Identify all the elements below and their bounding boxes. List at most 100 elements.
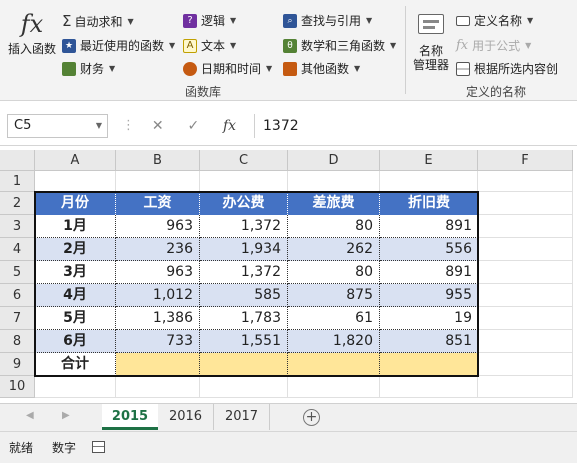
row-header-3[interactable]: 3 [0, 215, 35, 238]
tag-icon [456, 15, 470, 26]
formula-controls: ✕ ✓ fx [140, 114, 248, 138]
table-header-cell[interactable]: 月份 [35, 192, 116, 215]
status-numlock: 数字 [52, 441, 77, 455]
scroll-right-icon[interactable]: ▶ [62, 410, 70, 421]
status-ready: 就绪 [9, 441, 34, 455]
define-name-button[interactable]: 定义名称 ▼ [456, 12, 533, 29]
month-cell[interactable]: 3月 [35, 261, 116, 284]
worksheet-grid[interactable]: A B C D E F 1 2 3 4 5 6 7 8 9 10 月份 工资 办公费 差旅费 折旧费 1月 963 1,372… [0, 150, 577, 403]
defined-names-label: 定义的名称 [466, 85, 527, 99]
sigma-icon: Σ [62, 12, 72, 30]
total-value-cell[interactable] [380, 353, 478, 376]
total-value-cell[interactable] [288, 353, 380, 376]
month-cell[interactable]: 6月 [35, 330, 116, 353]
row-header-1[interactable]: 1 [0, 171, 35, 192]
row-header-4[interactable]: 4 [0, 238, 35, 261]
cancel-icon[interactable]: ✕ [152, 118, 164, 134]
sheet-tab-2015[interactable]: 2015 [102, 404, 158, 430]
gridline [35, 397, 573, 398]
value-cell[interactable]: 61 [288, 307, 380, 330]
column-header-a[interactable]: A [35, 150, 116, 171]
value-cell[interactable]: 585 [200, 284, 288, 307]
value-cell[interactable]: 1,820 [288, 330, 380, 353]
clock-icon [183, 61, 197, 76]
column-header-d[interactable]: D [288, 150, 380, 171]
autosum-button[interactable]: Σ 自动求和 ▼ [62, 12, 134, 30]
table-header-cell[interactable]: 差旅费 [288, 192, 380, 215]
ribbon: fx 插入函数 Σ 自动求和 ▼ ★ 最近使用的函数 ▼ 财务 ▼ ? 逻辑 ▼ A 文… [0, 0, 577, 101]
recent-functions-button[interactable]: ★ 最近使用的函数 ▼ [62, 37, 175, 54]
row-header-5[interactable]: 5 [0, 261, 35, 284]
name-box[interactable]: C5 ▼ [7, 114, 108, 138]
use-in-formula-button[interactable]: fx 用于公式 ▼ [456, 37, 531, 54]
column-header-c[interactable]: C [200, 150, 288, 171]
value-cell[interactable]: 1,372 [200, 215, 288, 238]
sheet-tab-2017[interactable]: 2017 [214, 404, 270, 430]
lookup-reference-button[interactable]: ⌕ 查找与引用 ▼ [283, 12, 372, 29]
table-header-cell[interactable]: 工资 [116, 192, 200, 215]
row-header-9[interactable]: 9 [0, 353, 35, 376]
row-header-10[interactable]: 10 [0, 376, 35, 398]
select-all-corner[interactable] [0, 150, 35, 171]
enter-icon[interactable]: ✓ [187, 118, 199, 134]
value-cell[interactable]: 262 [288, 238, 380, 261]
column-header-e[interactable]: E [380, 150, 478, 171]
datetime-button[interactable]: 日期和时间 ▼ [183, 60, 272, 77]
table-header-cell[interactable]: 折旧费 [380, 192, 478, 215]
formula-bar-splitter[interactable]: ⋮ [122, 118, 135, 134]
scroll-left-icon[interactable]: ◀ [26, 410, 34, 421]
sheet-tab-2016[interactable]: 2016 [158, 404, 214, 430]
row-header-6[interactable]: 6 [0, 284, 35, 307]
value-cell[interactable]: 963 [116, 215, 200, 238]
value-cell[interactable]: 1,551 [200, 330, 288, 353]
fx-icon: fx [20, 10, 44, 38]
column-header-f[interactable]: F [478, 150, 573, 171]
value-cell[interactable]: 891 [380, 261, 478, 284]
total-label-cell[interactable]: 合计 [35, 353, 116, 376]
math-trig-button[interactable]: θ 数学和三角函数 ▼ [283, 37, 396, 54]
add-sheet-button[interactable]: + [303, 409, 320, 426]
value-cell[interactable]: 733 [116, 330, 200, 353]
more-functions-button[interactable]: 其他函数 ▼ [283, 60, 360, 77]
value-cell[interactable]: 891 [380, 215, 478, 238]
value-cell[interactable]: 875 [288, 284, 380, 307]
total-value-cell[interactable] [116, 353, 200, 376]
macro-record-icon[interactable] [92, 441, 105, 453]
month-cell[interactable]: 1月 [35, 215, 116, 238]
search-icon: ⌕ [283, 13, 297, 28]
total-value-cell[interactable] [200, 353, 288, 376]
value-cell[interactable]: 556 [380, 238, 478, 261]
value-cell[interactable]: 1,783 [200, 307, 288, 330]
value-cell[interactable]: 80 [288, 261, 380, 284]
book-icon [62, 61, 76, 76]
row-header-7[interactable]: 7 [0, 307, 35, 330]
value-cell[interactable]: 955 [380, 284, 478, 307]
row-header-8[interactable]: 8 [0, 330, 35, 353]
insert-function-icon[interactable]: fx [223, 118, 236, 134]
value-cell[interactable]: 1,934 [200, 238, 288, 261]
financial-button[interactable]: 财务 ▼ [62, 60, 115, 77]
month-cell[interactable]: 2月 [35, 238, 116, 261]
column-header-b[interactable]: B [116, 150, 200, 171]
month-cell[interactable]: 4月 [35, 284, 116, 307]
create-from-selection-button[interactable]: 根据所选内容创 [456, 60, 558, 77]
name-manager-button[interactable]: 名称 管理器 [410, 14, 452, 72]
insert-function-button[interactable]: fx 插入函数 [6, 10, 58, 56]
value-cell[interactable]: 1,012 [116, 284, 200, 307]
value-cell[interactable]: 236 [116, 238, 200, 261]
value-cell[interactable]: 80 [288, 215, 380, 238]
table-header-cell[interactable]: 办公费 [200, 192, 288, 215]
text-button[interactable]: A 文本 ▼ [183, 37, 236, 54]
gridline [572, 171, 573, 398]
row-header-2[interactable]: 2 [0, 192, 35, 215]
formula-icon: fx [456, 38, 469, 53]
value-cell[interactable]: 19 [380, 307, 478, 330]
chevron-down-icon[interactable]: ▼ [96, 115, 102, 137]
month-cell[interactable]: 5月 [35, 307, 116, 330]
value-cell[interactable]: 1,386 [116, 307, 200, 330]
value-cell[interactable]: 963 [116, 261, 200, 284]
formula-input[interactable]: 1372 [254, 114, 577, 138]
value-cell[interactable]: 1,372 [200, 261, 288, 284]
value-cell[interactable]: 851 [380, 330, 478, 353]
logical-button[interactable]: ? 逻辑 ▼ [183, 12, 236, 29]
